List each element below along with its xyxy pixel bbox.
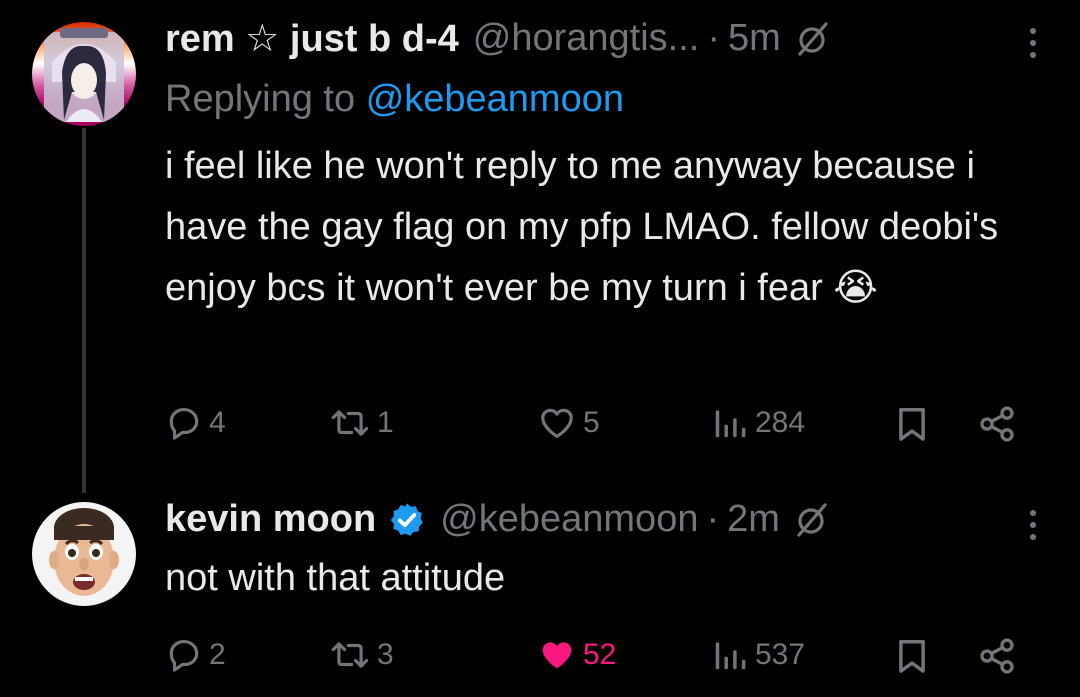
more-icon[interactable] [1030,510,1036,540]
grok-icon[interactable] [794,502,830,538]
repost-count: 1 [377,406,394,439]
share-button[interactable] [977,636,1017,676]
views-button[interactable]: 284 [711,404,805,442]
separator-dot: · [707,17,721,59]
reply-icon [169,639,199,672]
display-name[interactable]: rem ☆ just b d-4 [165,16,459,61]
repost-icon [331,410,369,436]
repost-icon [331,642,369,668]
action-bar: 4 1 5 284 [165,402,1035,452]
views-button[interactable]: 537 [711,636,805,674]
tweet-header: kevin moon @kebeanmoon · 2m [165,498,830,541]
repost-button[interactable]: 1 [329,404,394,442]
separator-dot: · [706,498,720,540]
reply-count: 2 [209,638,226,671]
avatar-rem[interactable] [32,22,136,126]
like-button[interactable]: 52 [537,636,616,674]
tweet-text-content: not with that attitude [165,557,506,599]
replying-prefix: Replying to [165,78,356,120]
like-count: 5 [583,406,600,439]
bookmark-button[interactable] [893,636,931,676]
action-bar: 2 3 52 537 [165,634,1035,684]
display-name[interactable]: kevin moon [165,498,376,541]
like-icon-filled [542,642,572,669]
share-button[interactable] [977,404,1017,444]
avatar-kevin[interactable] [32,502,136,606]
tweet-text: i feel like he won't reply to me anyway … [165,136,1025,319]
reply-button[interactable]: 2 [165,636,226,674]
tweet-1[interactable]: rem ☆ just b d-4 @horangtis... · 5m Repl… [0,0,1080,493]
like-button[interactable]: 5 [537,404,600,442]
tweet-header: rem ☆ just b d-4 @horangtis... · 5m [165,16,831,61]
bookmark-icon [899,408,925,441]
replying-to: Replying to @kebeanmoon [165,78,624,121]
view-count: 537 [755,638,806,671]
verified-badge-icon [388,501,426,539]
views-icon [715,642,746,670]
views-icon [715,410,746,438]
repost-button[interactable]: 3 [329,636,394,674]
grok-icon[interactable] [795,21,831,57]
timestamp[interactable]: 2m [727,498,780,541]
tweet-2[interactable]: kevin moon @kebeanmoon · 2m not with tha… [0,490,1080,697]
bookmark-button[interactable] [893,404,931,444]
like-icon [541,408,573,439]
tweet-text: not with that attitude [165,548,1025,609]
reply-button[interactable]: 4 [165,404,226,442]
repost-count: 3 [377,638,394,671]
share-icon [980,638,1014,674]
replying-mention[interactable]: @kebeanmoon [366,78,624,120]
handle[interactable]: @kebeanmoon [440,498,698,541]
share-icon [980,406,1014,442]
crying-emoji: 😭 [833,267,878,309]
reply-count: 4 [209,406,226,439]
thread-line [82,128,86,493]
more-icon[interactable] [1030,28,1036,58]
view-count: 284 [755,406,806,439]
bookmark-icon [899,640,925,673]
handle[interactable]: @horangtis... [473,17,700,60]
like-count: 52 [583,638,617,671]
timestamp[interactable]: 5m [728,17,781,60]
reply-icon [169,407,199,440]
